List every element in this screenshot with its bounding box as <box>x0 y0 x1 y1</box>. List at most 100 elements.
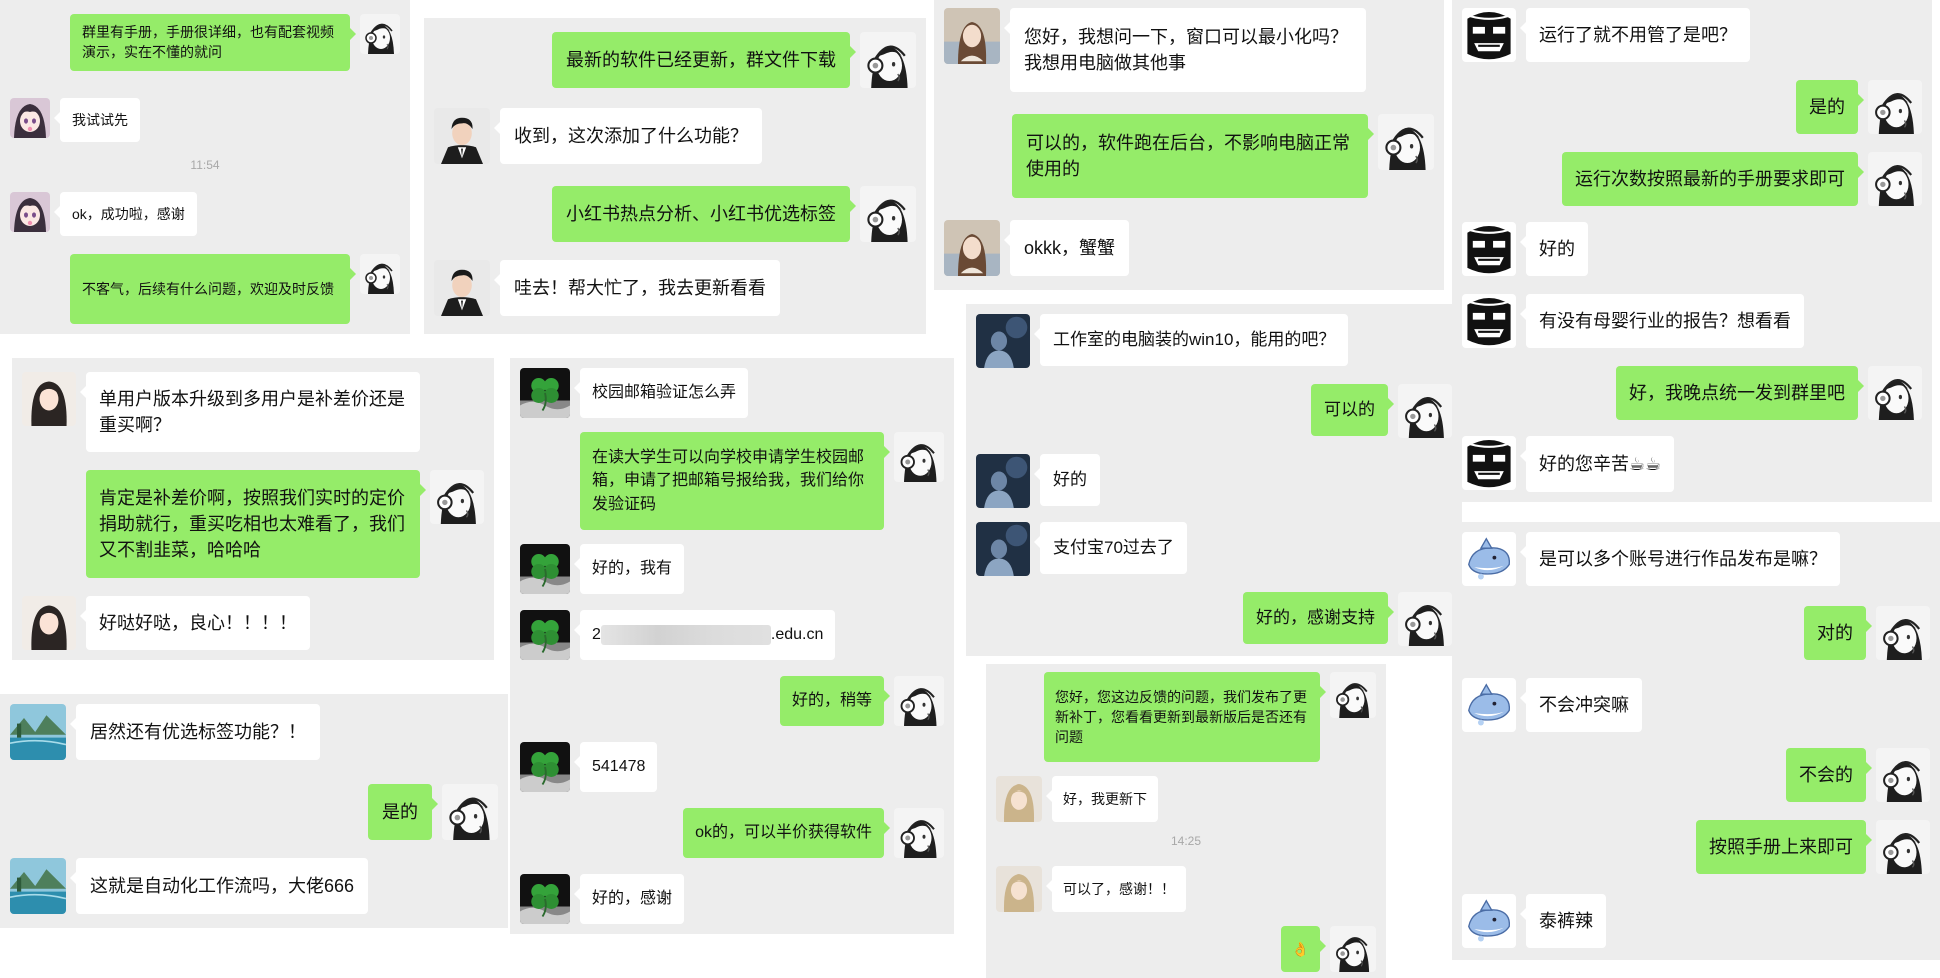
sent-message-bubble[interactable]: 肯定是补差价啊，按照我们实时的定价捐助就行，重买吃相也太难看了，我们又不割韭菜，… <box>86 470 426 578</box>
sent-message-bubble[interactable]: 不客气，后续有什么问题，欢迎及时反馈 <box>70 254 356 324</box>
sent-message-bubble[interactable]: 对的 <box>1804 606 1872 660</box>
received-message-bubble[interactable]: 支付宝70过去了 <box>1034 522 1187 574</box>
avatar[interactable] <box>22 596 76 650</box>
avatar[interactable] <box>976 314 1030 368</box>
chat-panel-2[interactable]: 最新的软件已经更新，群文件下载 收到，这次添加了什么功能？ 小红书热点分析、小红… <box>424 18 926 334</box>
sent-message-bubble[interactable]: 可以的，软件跑在后台，不影响电脑正常使用的 <box>1012 114 1374 198</box>
avatar[interactable] <box>860 186 916 242</box>
chat-panel-5[interactable]: 单用户版本升级到多用户是补差价还是重买啊？ 肯定是补差价啊，按照我们实时的定价捐… <box>12 358 494 660</box>
received-message-bubble[interactable]: 您好，我想问一下，窗口可以最小化吗？我想用电脑做其他事 <box>1004 8 1366 92</box>
avatar[interactable] <box>944 8 1000 64</box>
received-message-bubble[interactable]: 2 .edu.cn <box>573 610 836 660</box>
avatar[interactable] <box>996 776 1042 822</box>
received-message-bubble[interactable]: 泰裤辣 <box>1520 894 1606 948</box>
avatar[interactable] <box>520 544 570 594</box>
avatar[interactable] <box>1462 294 1516 348</box>
avatar[interactable] <box>1398 384 1452 438</box>
avatar[interactable] <box>520 610 570 660</box>
received-message-bubble[interactable]: 好的，我有 <box>573 544 685 594</box>
avatar[interactable] <box>1462 532 1516 586</box>
avatar[interactable] <box>894 432 944 482</box>
received-message-bubble[interactable]: 541478 <box>573 742 658 792</box>
avatar[interactable] <box>360 14 400 54</box>
sent-message-bubble[interactable]: 不会的 <box>1786 748 1872 802</box>
received-message-bubble[interactable]: 校园邮箱验证怎么弄 <box>573 368 749 418</box>
sent-message-bubble[interactable]: 是的 <box>368 784 438 840</box>
received-message-bubble[interactable]: 单用户版本升级到多用户是补差价还是重买啊？ <box>80 372 420 452</box>
avatar[interactable] <box>1330 672 1376 718</box>
received-message-bubble[interactable]: 居然还有优选标签功能？！ <box>70 704 320 760</box>
received-message-bubble[interactable]: 好的 <box>1034 454 1100 506</box>
avatar[interactable] <box>1462 8 1516 62</box>
avatar[interactable] <box>1868 152 1922 206</box>
sent-message-bubble[interactable]: 最新的软件已经更新，群文件下载 <box>552 32 856 88</box>
received-message-bubble[interactable]: 不会冲突嘛 <box>1520 678 1642 732</box>
avatar[interactable] <box>1398 592 1452 646</box>
avatar[interactable] <box>894 808 944 858</box>
avatar[interactable] <box>1462 222 1516 276</box>
avatar[interactable] <box>10 98 50 138</box>
chat-panel-10[interactable]: 是可以多个账号进行作品发布是嘛？ 对的 不会冲突嘛 不会的 按照手册上来即可 泰… <box>1452 522 1940 960</box>
avatar[interactable] <box>360 254 400 294</box>
sent-message-bubble[interactable]: 好的，感谢支持 <box>1243 592 1394 644</box>
avatar[interactable] <box>520 874 570 924</box>
received-message-bubble[interactable]: 好的 <box>1520 222 1588 276</box>
chat-panel-8[interactable]: 居然还有优选标签功能？！ 是的 这就是自动化工作流吗，大佬666 <box>0 694 508 928</box>
avatar[interactable] <box>22 372 76 426</box>
chat-panel-6[interactable]: 校园邮箱验证怎么弄 在读大学生可以向学校申请学生校园邮箱，申请了把邮箱号报给我，… <box>510 358 954 934</box>
avatar[interactable] <box>976 454 1030 508</box>
avatar[interactable] <box>860 32 916 88</box>
avatar[interactable] <box>520 368 570 418</box>
received-message-bubble[interactable]: 好的您辛苦☕☕ <box>1519 436 1675 492</box>
received-message-bubble[interactable]: okkk，蟹蟹 <box>1003 220 1130 276</box>
sent-message-bubble[interactable]: ok的，可以半价获得软件 <box>683 808 890 858</box>
avatar[interactable] <box>520 742 570 792</box>
avatar[interactable] <box>1868 80 1922 134</box>
avatar[interactable] <box>976 522 1030 576</box>
avatar[interactable] <box>1876 606 1930 660</box>
avatar[interactable] <box>1378 114 1434 170</box>
chat-panel-3[interactable]: 您好，我想问一下，窗口可以最小化吗？我想用电脑做其他事 可以的，软件跑在后台，不… <box>934 0 1444 290</box>
sent-message-bubble[interactable]: 在读大学生可以向学校申请学生校园邮箱，申请了把邮箱号报给我，我们给你发验证码 <box>580 432 890 530</box>
sent-message-bubble[interactable]: 👌 <box>1280 926 1327 972</box>
avatar[interactable] <box>10 192 50 232</box>
sent-message-bubble[interactable]: 可以的 <box>1311 384 1394 436</box>
received-message-bubble[interactable]: 好哒好哒，良心！！！！ <box>80 596 310 650</box>
received-message-bubble[interactable]: 可以了，感谢！！ <box>1046 866 1186 912</box>
received-message-bubble[interactable]: 我试试先 <box>54 98 140 142</box>
received-message-bubble[interactable]: 是可以多个账号进行作品发布是嘛？ <box>1520 532 1840 586</box>
sent-message-bubble[interactable]: 运行次数按照最新的手册要求即可 <box>1562 152 1864 206</box>
avatar[interactable] <box>10 704 66 760</box>
received-message-bubble[interactable]: 哇去！帮大忙了，我去更新看看 <box>494 260 780 316</box>
sent-message-bubble[interactable]: 群里有手册，手册很详细，也有配套视频演示，实在不懂的就问 <box>70 14 356 71</box>
chat-panel-9[interactable]: 您好，您这边反馈的问题，我们发布了更新补丁，您看看更新到最新版后是否还有问题 好… <box>986 664 1386 978</box>
received-message-bubble[interactable]: 有没有母婴行业的报告？想看看 <box>1520 294 1804 348</box>
avatar[interactable] <box>430 470 484 524</box>
received-message-bubble[interactable]: 这就是自动化工作流吗，大佬666 <box>69 858 369 914</box>
sent-message-bubble[interactable]: 好，我晚点统一发到群里吧 <box>1616 366 1864 420</box>
sent-message-bubble[interactable]: 好的，稍等 <box>779 676 891 726</box>
avatar[interactable] <box>894 676 944 726</box>
received-message-bubble[interactable]: 好，我更新下 <box>1046 776 1158 822</box>
avatar[interactable] <box>996 866 1042 912</box>
avatar[interactable] <box>1876 748 1930 802</box>
avatar[interactable] <box>434 108 490 164</box>
avatar[interactable] <box>10 858 66 914</box>
avatar[interactable] <box>1330 926 1376 972</box>
chat-panel-4[interactable]: 运行了就不用管了是吧？ 是的 运行次数按照最新的手册要求即可 好的 有没有母婴行… <box>1452 0 1932 502</box>
received-message-bubble[interactable]: 收到，这次添加了什么功能？ <box>494 108 762 164</box>
avatar[interactable] <box>1462 894 1516 948</box>
received-message-bubble[interactable]: ok，成功啦，感谢 <box>54 192 197 236</box>
avatar[interactable] <box>944 220 1000 276</box>
avatar[interactable] <box>1868 366 1922 420</box>
received-message-bubble[interactable]: 运行了就不用管了是吧？ <box>1520 8 1750 62</box>
avatar[interactable] <box>442 784 498 840</box>
avatar[interactable] <box>434 260 490 316</box>
avatar[interactable] <box>1462 678 1516 732</box>
sent-message-bubble[interactable]: 按照手册上来即可 <box>1696 820 1872 874</box>
chat-panel-7[interactable]: 工作室的电脑装的win10，能用的吧？ 可以的 好的 支付宝70过去了 好的，感… <box>966 304 1462 656</box>
avatar[interactable] <box>1462 436 1516 490</box>
received-message-bubble[interactable]: 工作室的电脑装的win10，能用的吧？ <box>1033 314 1349 366</box>
avatar[interactable] <box>1876 820 1930 874</box>
sent-message-bubble[interactable]: 是的 <box>1796 80 1864 134</box>
